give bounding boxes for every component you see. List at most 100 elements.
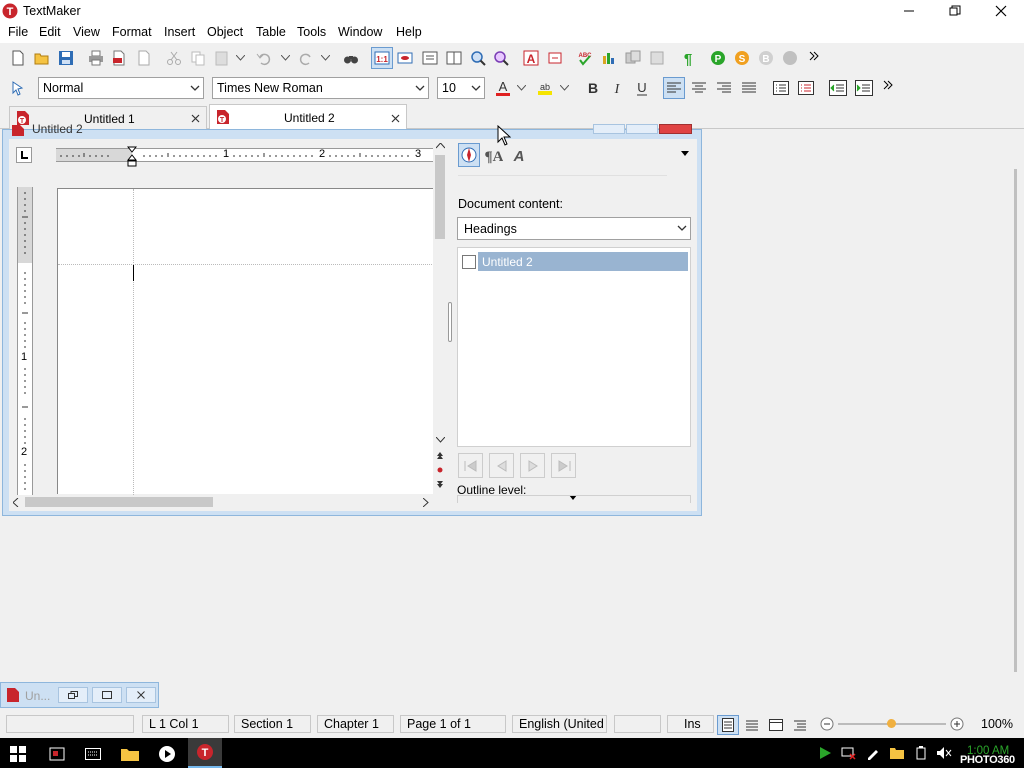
doc-close-button[interactable] <box>659 124 692 134</box>
save-icon[interactable] <box>56 48 76 68</box>
restore-button[interactable] <box>932 0 978 22</box>
first-item-icon[interactable] <box>458 453 483 478</box>
previous-item-icon[interactable] <box>489 453 514 478</box>
new-document-icon[interactable] <box>8 48 28 68</box>
close-tab-icon[interactable] <box>388 111 402 125</box>
drawing-icon[interactable] <box>647 48 667 68</box>
draft-view-icon[interactable] <box>395 48 415 68</box>
paragraph-style-select[interactable]: Normal <box>38 77 204 99</box>
align-left-icon[interactable] <box>663 77 685 99</box>
zoom-icon[interactable] <box>468 48 488 68</box>
underline-icon[interactable]: U <box>632 77 652 99</box>
font-color-icon[interactable]: A <box>493 77 513 99</box>
scroll-up-icon[interactable] <box>435 141 445 151</box>
zoom-fit-icon[interactable] <box>491 48 511 68</box>
doc-minimize-button[interactable] <box>593 124 625 134</box>
menu-view[interactable]: View <box>73 25 100 39</box>
align-right-icon[interactable] <box>714 77 734 99</box>
mail-icon[interactable] <box>780 48 800 68</box>
undo-icon[interactable] <box>254 48 274 68</box>
outline-item[interactable]: Untitled 2 <box>478 252 688 271</box>
outline-view-mode-icon[interactable] <box>790 715 810 735</box>
menu-window[interactable]: Window <box>338 25 382 39</box>
scroll-right-icon[interactable] <box>421 497 431 507</box>
task-view-icon[interactable] <box>46 744 68 764</box>
highlight-icon[interactable]: ab <box>535 77 555 99</box>
insert-field-icon[interactable] <box>545 48 565 68</box>
font-size-select[interactable]: 10 <box>437 77 485 99</box>
cut-icon[interactable] <box>164 48 184 68</box>
navigator-icon[interactable] <box>458 143 480 167</box>
highlight-dropdown-icon[interactable] <box>557 77 571 99</box>
menu-tools[interactable]: Tools <box>297 25 326 39</box>
numbered-list-icon[interactable] <box>796 77 816 99</box>
close-tab-icon[interactable] <box>188 111 202 125</box>
scroll-down-icon[interactable] <box>435 435 445 445</box>
minimized-document-window[interactable]: Un... <box>0 682 159 708</box>
zoom-level[interactable]: 100% <box>981 717 1013 731</box>
pilcrow-icon[interactable]: ¶ <box>678 48 698 68</box>
scroll-thumb[interactable] <box>25 497 213 507</box>
indent-marker-icon[interactable] <box>127 146 137 168</box>
doc-maximize-button[interactable] <box>626 124 658 134</box>
page-view-mode-icon[interactable] <box>717 715 739 735</box>
open-folder-icon[interactable] <box>32 48 52 68</box>
file-explorer-icon[interactable] <box>119 743 141 765</box>
horizontal-ruler[interactable]: 1 2 3 <box>56 148 433 162</box>
paste-icon[interactable] <box>212 48 232 68</box>
battery-icon[interactable] <box>912 744 930 762</box>
minimized-restore-button[interactable] <box>58 687 88 703</box>
menu-table[interactable]: Table <box>256 25 286 39</box>
character-styles-icon[interactable]: A <box>508 144 530 166</box>
horizontal-scrollbar[interactable] <box>9 495 433 509</box>
zoom-out-icon[interactable] <box>819 716 835 732</box>
font-name-select[interactable]: Times New Roman <box>212 77 429 99</box>
sidebar-menu-icon[interactable] <box>679 147 691 159</box>
media-player-icon[interactable] <box>156 743 178 765</box>
menu-help[interactable]: Help <box>396 25 422 39</box>
toolbar-overflow-icon[interactable] <box>805 46 823 66</box>
scroll-left-icon[interactable] <box>11 497 21 507</box>
paragraph-styles-icon[interactable]: ¶A <box>483 144 505 166</box>
document-page[interactable] <box>57 188 434 495</box>
vertical-ruler[interactable]: 1 2 <box>17 187 33 502</box>
italic-icon[interactable]: I <box>607 77 627 99</box>
next-item-icon[interactable] <box>520 453 545 478</box>
chart-icon[interactable] <box>599 48 619 68</box>
status-insert-mode[interactable]: Ins <box>667 715 714 733</box>
basicmaker-icon[interactable]: B <box>756 48 776 68</box>
menu-file[interactable]: File <box>8 25 28 39</box>
decrease-indent-icon[interactable] <box>827 77 849 99</box>
folder-tray-icon[interactable] <box>888 744 906 762</box>
print-icon[interactable] <box>86 48 106 68</box>
bold-icon[interactable]: B <box>583 77 603 99</box>
zoom-slider-thumb[interactable] <box>887 719 896 728</box>
tab-stop-selector-icon[interactable] <box>16 147 32 163</box>
outline-level-select[interactable] <box>457 495 691 503</box>
redo-icon[interactable] <box>296 48 316 68</box>
text-frame-icon[interactable]: A <box>521 48 541 68</box>
continuous-view-icon[interactable] <box>742 715 762 735</box>
menu-format[interactable]: Format <box>112 25 152 39</box>
object-frame-icon[interactable] <box>623 48 643 68</box>
network-icon[interactable] <box>840 744 858 762</box>
menu-insert[interactable]: Insert <box>164 25 195 39</box>
last-item-icon[interactable] <box>551 453 576 478</box>
status-language[interactable]: English (United <box>512 715 607 733</box>
menu-edit[interactable]: Edit <box>39 25 61 39</box>
align-center-icon[interactable] <box>689 77 709 99</box>
textmaker-taskbar-icon[interactable]: T <box>188 738 222 768</box>
menu-object[interactable]: Object <box>207 25 243 39</box>
zoom-in-icon[interactable] <box>949 716 965 732</box>
master-view-icon[interactable] <box>766 715 786 735</box>
outline-item-checkbox[interactable] <box>462 255 476 269</box>
copy-icon[interactable] <box>188 48 208 68</box>
minimize-button[interactable] <box>886 0 932 22</box>
volume-muted-icon[interactable] <box>935 744 953 762</box>
export-pdf-icon[interactable] <box>109 48 129 68</box>
close-button[interactable] <box>978 0 1024 22</box>
vertical-scrollbar[interactable] <box>433 139 447 495</box>
toolbar-overflow-icon[interactable] <box>879 75 897 95</box>
media-tray-icon[interactable] <box>816 744 834 762</box>
spell-check-icon[interactable]: ABC <box>575 48 595 68</box>
